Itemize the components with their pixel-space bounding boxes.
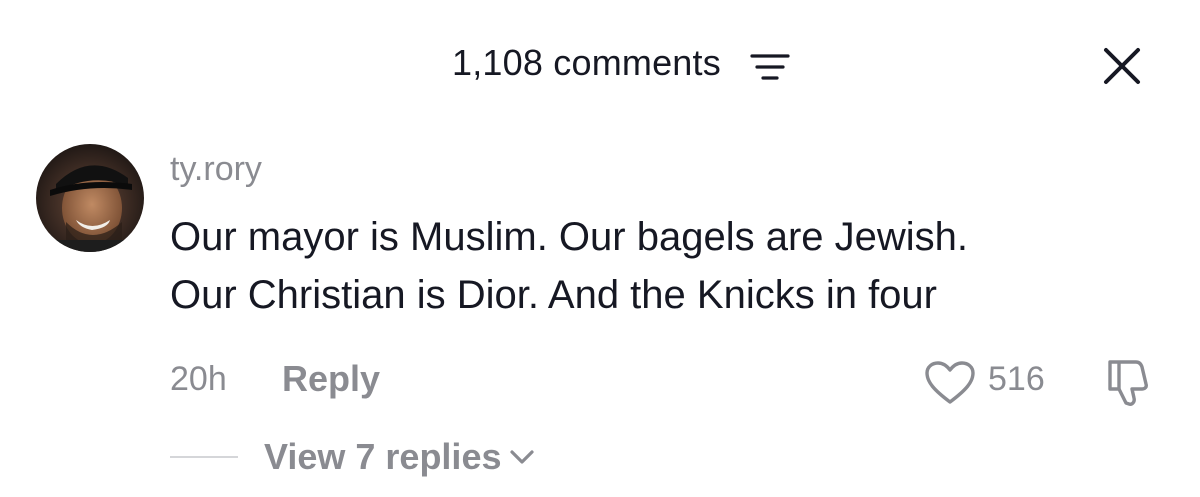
comment-text: Our mayor is Muslim. Our bagels are Jewi… bbox=[170, 208, 1130, 324]
sort-filter-icon[interactable] bbox=[748, 50, 792, 86]
heart-icon[interactable] bbox=[924, 360, 976, 406]
thumbs-down-icon[interactable] bbox=[1102, 356, 1154, 408]
replies-divider bbox=[170, 456, 238, 458]
comments-count-title: 1,108 comments bbox=[452, 42, 721, 83]
view-replies-button[interactable]: View 7 replies bbox=[264, 436, 537, 478]
like-count: 516 bbox=[988, 360, 1045, 398]
avatar-image bbox=[36, 144, 144, 252]
close-icon[interactable] bbox=[1100, 44, 1144, 88]
comment-text-line: Our mayor is Muslim. Our bagels are Jewi… bbox=[170, 215, 969, 259]
comment-username[interactable]: ty.rory bbox=[170, 150, 262, 189]
comments-header: 1,108 comments bbox=[0, 36, 1200, 92]
reply-button[interactable]: Reply bbox=[282, 358, 380, 400]
view-replies-label: View 7 replies bbox=[264, 436, 502, 477]
comment-text-line: Our Christian is Dior. And the Knicks in… bbox=[170, 273, 937, 317]
comment-timestamp: 20h bbox=[170, 360, 227, 398]
avatar[interactable] bbox=[36, 144, 144, 252]
chevron-down-icon bbox=[510, 450, 535, 464]
